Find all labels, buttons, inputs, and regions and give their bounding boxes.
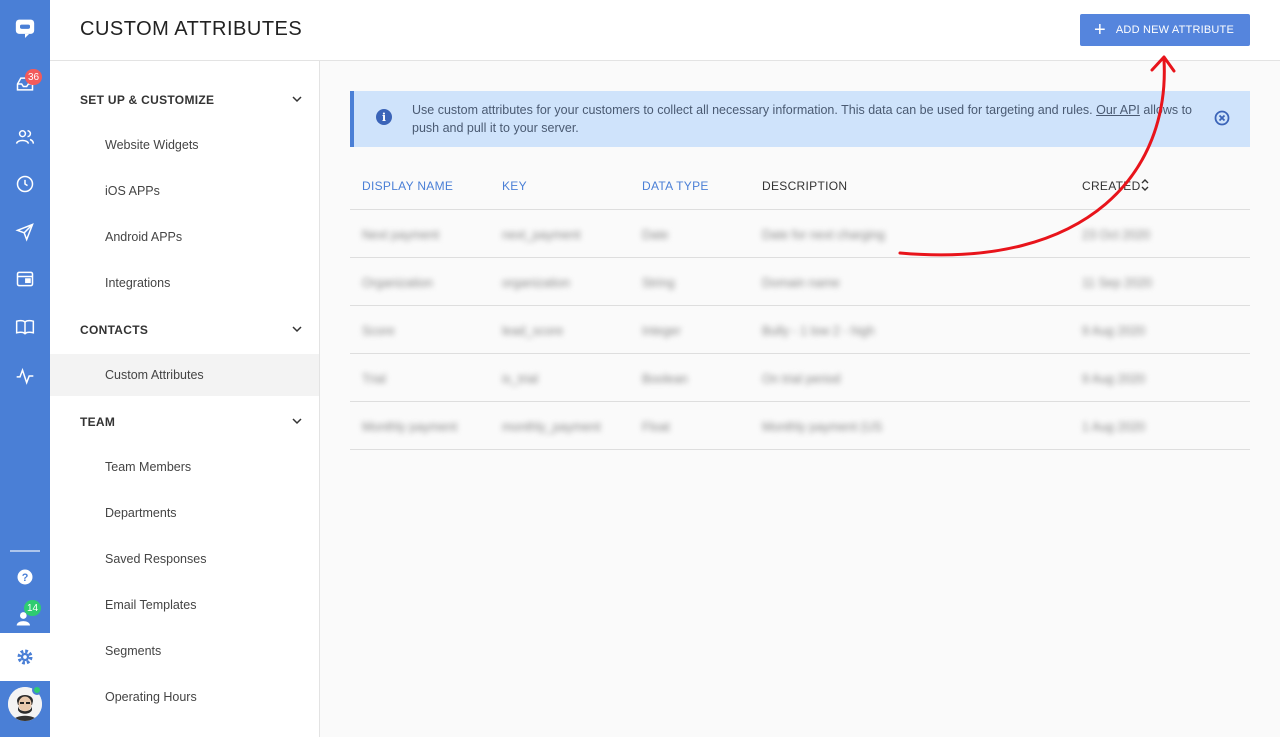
- table-row-divider: [350, 353, 1250, 354]
- table-row-divider: [350, 305, 1250, 306]
- info-text-before: Use custom attributes for your customers…: [412, 103, 1097, 117]
- chevron-down-icon[interactable]: [292, 416, 302, 426]
- chevron-down-icon[interactable]: [292, 324, 302, 334]
- cell-display-name: Next payment: [362, 228, 440, 242]
- cell-description: Monthly payment (US: [762, 420, 883, 434]
- cell-key: is_trial: [502, 372, 539, 386]
- rail-divider: [10, 550, 40, 552]
- section-setup-customize[interactable]: SET UP & CUSTOMIZE: [80, 93, 214, 107]
- page-header: CUSTOM ATTRIBUTES + ADD NEW ATTRIBUTE: [50, 0, 1280, 61]
- cell-data-type: Boolean: [642, 372, 688, 386]
- contacts-icon[interactable]: [0, 114, 50, 160]
- cell-description: Date for next charging: [762, 228, 885, 242]
- table-row-divider: [350, 449, 1250, 450]
- team-badge: 14: [24, 600, 42, 616]
- cell-key: monthly_payment: [502, 420, 601, 434]
- add-new-attribute-button[interactable]: + ADD NEW ATTRIBUTE: [1080, 14, 1250, 46]
- col-created[interactable]: CREATED: [1082, 179, 1141, 193]
- sidebar-item-website-widgets[interactable]: Website Widgets: [105, 138, 199, 152]
- send-icon[interactable]: [0, 209, 50, 255]
- cell-key: next_payment: [502, 228, 581, 242]
- cell-created: 9 Aug 2020: [1082, 324, 1146, 338]
- left-rail: 36 ? 14: [0, 0, 50, 737]
- info-text: Use custom attributes for your customers…: [412, 101, 1202, 137]
- col-description: DESCRIPTION: [762, 179, 848, 193]
- inbox-icon[interactable]: 36: [0, 61, 50, 107]
- cell-key: organization: [502, 276, 571, 290]
- cell-created: 9 Aug 2020: [1082, 372, 1146, 386]
- sidebar-item-email-templates[interactable]: Email Templates: [105, 598, 196, 612]
- sidebar-item-team-members[interactable]: Team Members: [105, 460, 191, 474]
- sidebar-item-ios-apps[interactable]: iOS APPs: [105, 184, 160, 198]
- plus-icon: +: [1094, 19, 1106, 41]
- close-icon[interactable]: [1214, 110, 1230, 126]
- settings-sidebar: SET UP & CUSTOMIZE Website Widgets iOS A…: [50, 61, 320, 737]
- help-icon[interactable]: ?: [0, 554, 50, 600]
- cell-data-type: Integer: [642, 324, 681, 338]
- section-team[interactable]: TEAM: [80, 415, 115, 429]
- cell-key: lead_score: [502, 324, 564, 338]
- book-icon[interactable]: [0, 304, 50, 350]
- activity-icon[interactable]: [0, 353, 50, 399]
- info-icon: i: [376, 109, 392, 125]
- sort-icon[interactable]: [1140, 178, 1150, 192]
- cell-display-name: Organization: [362, 276, 433, 290]
- cell-data-type: String: [642, 276, 675, 290]
- cell-created: 23 Oct 2020: [1082, 228, 1151, 242]
- our-api-link[interactable]: Our API: [1096, 103, 1140, 117]
- sidebar-item-segments[interactable]: Segments: [105, 644, 161, 658]
- col-data-type[interactable]: DATA TYPE: [642, 179, 709, 193]
- cell-data-type: Float: [642, 420, 670, 434]
- col-key[interactable]: KEY: [502, 179, 527, 193]
- table-row-divider: [350, 257, 1250, 258]
- cell-description: Bully - 1 low 2 - high: [762, 324, 875, 338]
- chat-logo-icon[interactable]: [0, 5, 50, 51]
- widget-icon[interactable]: [0, 256, 50, 302]
- svg-text:?: ?: [22, 572, 29, 584]
- col-display-name[interactable]: DISPLAY NAME: [362, 179, 453, 193]
- chevron-down-icon[interactable]: [292, 94, 302, 104]
- cell-created: 1 Aug 2020: [1082, 420, 1146, 434]
- history-icon[interactable]: [0, 161, 50, 207]
- add-new-attribute-label: ADD NEW ATTRIBUTE: [1115, 24, 1234, 36]
- sidebar-item-android-apps[interactable]: Android APPs: [105, 230, 182, 244]
- settings-icon[interactable]: [0, 633, 50, 681]
- sidebar-item-departments[interactable]: Departments: [105, 506, 177, 520]
- table-divider: [350, 209, 1250, 210]
- cell-created: 11 Sep 2020: [1082, 276, 1152, 290]
- page-title: CUSTOM ATTRIBUTES: [80, 18, 303, 40]
- sidebar-item-operating-hours[interactable]: Operating Hours: [105, 690, 197, 704]
- info-banner: i Use custom attributes for your custome…: [350, 91, 1250, 147]
- table-row-divider: [350, 401, 1250, 402]
- cell-display-name: Monthly payment: [362, 420, 458, 434]
- section-contacts[interactable]: CONTACTS: [80, 323, 148, 337]
- sidebar-item-custom-attributes[interactable]: Custom Attributes: [105, 368, 204, 382]
- sidebar-item-saved-responses[interactable]: Saved Responses: [105, 552, 206, 566]
- cell-display-name: Trial: [362, 372, 386, 386]
- cell-data-type: Date: [642, 228, 669, 242]
- cell-display-name: Score: [362, 324, 395, 338]
- online-status-dot: [32, 685, 42, 695]
- cell-description: On trial period: [762, 372, 841, 386]
- sidebar-item-integrations[interactable]: Integrations: [105, 276, 170, 290]
- inbox-badge: 36: [25, 69, 43, 85]
- cell-description: Domain name: [762, 276, 840, 290]
